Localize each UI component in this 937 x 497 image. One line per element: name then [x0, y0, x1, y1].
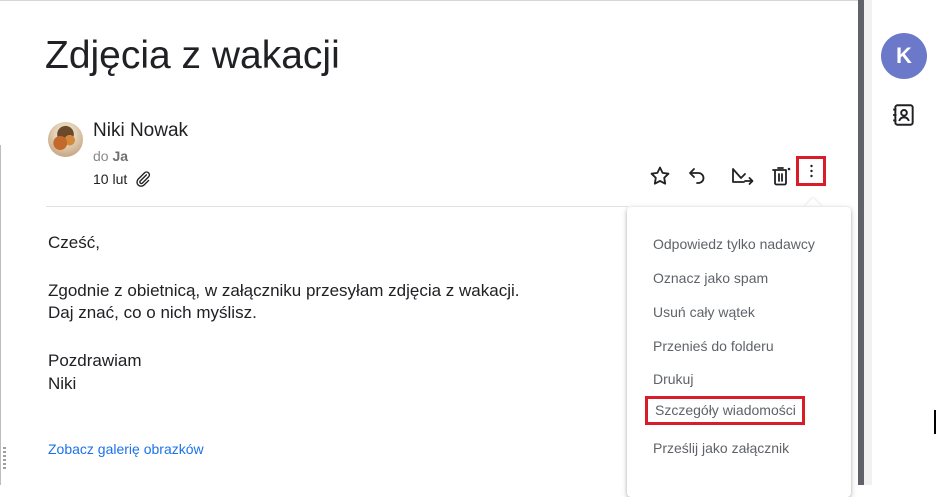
- more-vert-icon: [810, 164, 813, 178]
- sender-name[interactable]: Niki Nowak: [93, 120, 188, 142]
- cursor-mark: [934, 410, 936, 434]
- sender-avatar[interactable]: [48, 122, 83, 157]
- email-date: 10 lut: [93, 171, 128, 187]
- recipient-line: do Ja: [93, 148, 128, 164]
- recipient-prefix: do: [93, 148, 109, 164]
- body-closing: Pozdrawiam: [48, 351, 142, 370]
- menu-arrow: [804, 198, 822, 207]
- menu-item-forward-attachment[interactable]: Prześlij jako załącznik: [653, 440, 789, 456]
- email-subject: Zdjęcia z wakacji: [45, 34, 340, 77]
- menu-item-move-folder[interactable]: Przenieś do folderu: [653, 338, 774, 354]
- body-line-1: Zgodnie z obietnicą, w załączniku przesy…: [48, 281, 520, 300]
- body-greeting: Cześć,: [48, 233, 100, 252]
- reply-icon[interactable]: [684, 164, 708, 188]
- more-options-menu: Odpowiedz tylko nadawcy Oznacz jako spam…: [627, 207, 851, 497]
- body-line-2: Daj znać, co o nich myślisz.: [48, 303, 257, 322]
- account-avatar[interactable]: K: [881, 33, 927, 79]
- header-divider: [46, 206, 628, 207]
- menu-item-delete-thread[interactable]: Usuń cały wątek: [653, 304, 755, 320]
- gallery-link[interactable]: Zobacz galerię obrazków: [48, 441, 204, 457]
- attachment-icon: [136, 171, 151, 187]
- contacts-icon[interactable]: [891, 102, 917, 128]
- delete-icon[interactable]: [769, 164, 793, 188]
- menu-item-reply-sender[interactable]: Odpowiedz tylko nadawcy: [653, 236, 815, 252]
- menu-item-message-details[interactable]: Szczegóły wiadomości: [645, 396, 805, 425]
- more-options-button[interactable]: [796, 156, 826, 186]
- recipient-name: Ja: [112, 148, 129, 164]
- top-border: [0, 0, 858, 1]
- menu-item-print[interactable]: Drukuj: [653, 371, 693, 387]
- star-icon[interactable]: [648, 164, 672, 188]
- menu-item-mark-spam[interactable]: Oznacz jako spam: [653, 270, 768, 286]
- body-signature: Niki: [48, 374, 77, 393]
- resize-grip-icon[interactable]: [3, 447, 6, 469]
- left-border: [0, 145, 1, 485]
- move-to-folder-icon[interactable]: [730, 164, 754, 188]
